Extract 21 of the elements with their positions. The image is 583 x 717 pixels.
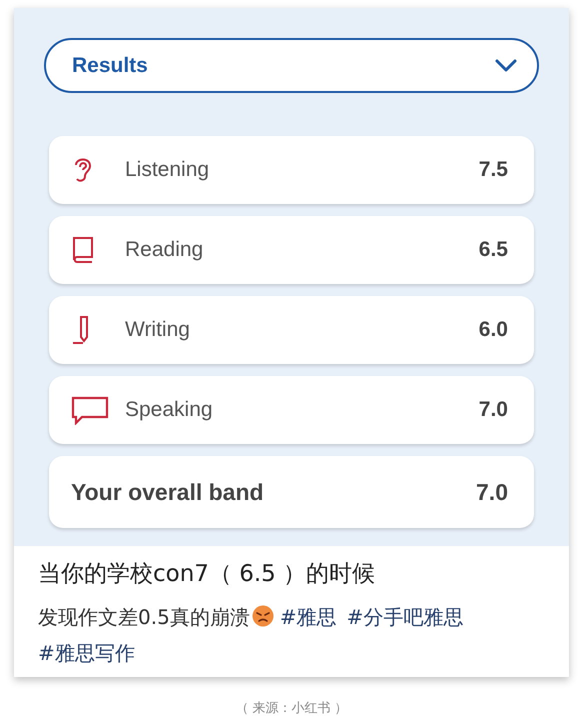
score-label: Speaking: [125, 398, 214, 422]
results-dropdown[interactable]: Results: [44, 38, 539, 93]
score-label: Writing: [125, 318, 191, 342]
book-icon: [71, 235, 95, 265]
score-value: 6.0: [478, 318, 508, 342]
score-label: Listening: [125, 158, 210, 182]
chevron-down-icon: [495, 58, 517, 72]
source-caption: （ 来源：小红书 ）: [235, 700, 348, 717]
hashtag-link[interactable]: #分手吧雅思: [346, 605, 464, 629]
hashtag-link[interactable]: #雅思写作: [38, 641, 135, 665]
score-value: 6.5: [478, 238, 508, 262]
hashtag-link[interactable]: #雅思: [280, 605, 337, 629]
overall-label: Your overall band: [71, 478, 265, 506]
angry-face-icon: [252, 605, 274, 627]
overall-value: 7.0: [476, 478, 508, 506]
score-label: Reading: [125, 238, 204, 262]
speech-bubble-icon: [71, 395, 109, 425]
post-title: 当你的学校con7（ 6.5 ）的时候: [38, 560, 376, 589]
post-text: 发现作文差0.5真的崩溃: [38, 605, 250, 629]
score-value: 7.0: [478, 398, 508, 422]
score-value: 7.5: [478, 158, 508, 182]
